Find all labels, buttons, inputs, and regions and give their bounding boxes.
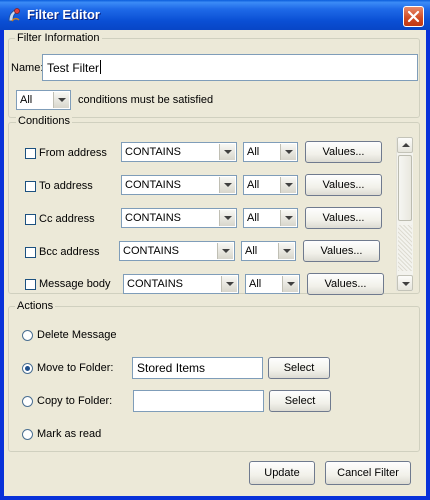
conditions-label: Conditions bbox=[16, 115, 72, 127]
name-input-value: Test Filter bbox=[47, 61, 100, 75]
operator-value: CONTAINS bbox=[123, 245, 180, 257]
cancel-filter-button[interactable]: Cancel Filter bbox=[325, 461, 411, 485]
dialog-body: Filter Information Name: Test Filter All… bbox=[4, 30, 426, 496]
chevron-down-icon bbox=[282, 276, 298, 292]
close-icon bbox=[407, 10, 420, 23]
scroll-up-icon[interactable] bbox=[397, 137, 413, 153]
chevron-down-icon bbox=[219, 210, 235, 226]
scroll-thumb[interactable] bbox=[398, 155, 412, 221]
scroll-down-icon[interactable] bbox=[397, 275, 413, 291]
values-button[interactable]: Values... bbox=[305, 207, 382, 229]
move-folder-input[interactable]: Stored Items bbox=[132, 357, 263, 379]
quantifier-select[interactable]: All bbox=[243, 142, 298, 162]
operator-value: CONTAINS bbox=[125, 179, 182, 191]
quantifier-value: All bbox=[245, 245, 258, 257]
condition-label: Message body bbox=[39, 278, 111, 290]
app-icon bbox=[6, 7, 22, 23]
operator-select[interactable]: CONTAINS bbox=[121, 208, 237, 228]
values-button[interactable]: Values... bbox=[305, 174, 382, 196]
chevron-down-icon bbox=[221, 276, 237, 292]
from-address-checkbox[interactable] bbox=[25, 148, 36, 159]
copy-to-folder-radio[interactable] bbox=[22, 396, 33, 407]
scroll-track[interactable] bbox=[398, 225, 412, 271]
name-label: Name: bbox=[11, 62, 44, 74]
operator-value: CONTAINS bbox=[125, 146, 182, 158]
text-caret bbox=[100, 60, 102, 74]
move-folder-value: Stored Items bbox=[137, 361, 206, 375]
quantifier-value: All bbox=[247, 212, 260, 224]
mark-as-read-radio[interactable] bbox=[22, 429, 33, 440]
chevron-down-icon bbox=[278, 243, 294, 259]
chevron-down-icon bbox=[280, 177, 296, 193]
name-input[interactable]: Test Filter bbox=[42, 54, 418, 81]
quantifier-value: All bbox=[249, 278, 262, 290]
filter-information-label: Filter Information bbox=[15, 32, 102, 44]
cc-address-checkbox[interactable] bbox=[25, 214, 36, 225]
move-to-folder-radio[interactable] bbox=[22, 363, 33, 374]
operator-value: CONTAINS bbox=[127, 278, 184, 290]
operator-select[interactable]: CONTAINS bbox=[121, 175, 237, 195]
chevron-down-icon bbox=[219, 177, 235, 193]
chevron-down-icon bbox=[280, 144, 296, 160]
operator-select[interactable]: CONTAINS bbox=[119, 241, 235, 261]
move-select-button[interactable]: Select bbox=[268, 357, 330, 379]
bcc-address-checkbox[interactable] bbox=[25, 247, 36, 258]
delete-message-label: Delete Message bbox=[37, 329, 117, 341]
quantifier-select[interactable]: All bbox=[243, 175, 298, 195]
chevron-down-icon bbox=[53, 92, 69, 108]
quantifier-select[interactable]: All bbox=[241, 241, 296, 261]
window-title: Filter Editor bbox=[27, 7, 100, 22]
copy-select-button[interactable]: Select bbox=[269, 390, 331, 412]
quantifier-select[interactable]: All bbox=[243, 208, 298, 228]
operator-select[interactable]: CONTAINS bbox=[121, 142, 237, 162]
condition-label: Cc address bbox=[39, 213, 95, 225]
quantifier-select[interactable]: All bbox=[245, 274, 300, 294]
actions-label: Actions bbox=[15, 300, 56, 312]
match-mode-select[interactable]: All bbox=[16, 90, 71, 110]
delete-message-radio[interactable] bbox=[22, 330, 33, 341]
condition-label: Bcc address bbox=[39, 246, 100, 258]
quantifier-value: All bbox=[247, 179, 260, 191]
message-body-checkbox[interactable] bbox=[25, 279, 36, 290]
values-button[interactable]: Values... bbox=[303, 240, 380, 262]
operator-value: CONTAINS bbox=[125, 212, 182, 224]
copy-folder-input[interactable] bbox=[133, 390, 264, 412]
mark-as-read-label: Mark as read bbox=[37, 428, 102, 440]
update-button[interactable]: Update bbox=[249, 461, 315, 485]
condition-label: To address bbox=[39, 180, 93, 192]
conditions-scrollbar[interactable] bbox=[396, 137, 413, 291]
move-to-folder-label: Move to Folder: bbox=[37, 362, 114, 374]
values-button[interactable]: Values... bbox=[307, 273, 384, 295]
filter-information-group: Filter Information Name: Test Filter All… bbox=[8, 32, 420, 118]
match-mode-value: All bbox=[20, 94, 33, 106]
title-bar[interactable]: Filter Editor bbox=[0, 0, 430, 30]
close-button[interactable] bbox=[403, 6, 424, 27]
copy-to-folder-label: Copy to Folder: bbox=[37, 395, 113, 407]
match-mode-text: conditions must be satisfied bbox=[78, 94, 214, 106]
filter-editor-window: Filter Editor Filter Information Name: T… bbox=[0, 0, 430, 500]
values-button[interactable]: Values... bbox=[305, 141, 382, 163]
condition-label: From address bbox=[39, 147, 107, 159]
operator-select[interactable]: CONTAINS bbox=[123, 274, 239, 294]
chevron-down-icon bbox=[219, 144, 235, 160]
chevron-down-icon bbox=[280, 210, 296, 226]
quantifier-value: All bbox=[247, 146, 260, 158]
to-address-checkbox[interactable] bbox=[25, 181, 36, 192]
chevron-down-icon bbox=[217, 243, 233, 259]
